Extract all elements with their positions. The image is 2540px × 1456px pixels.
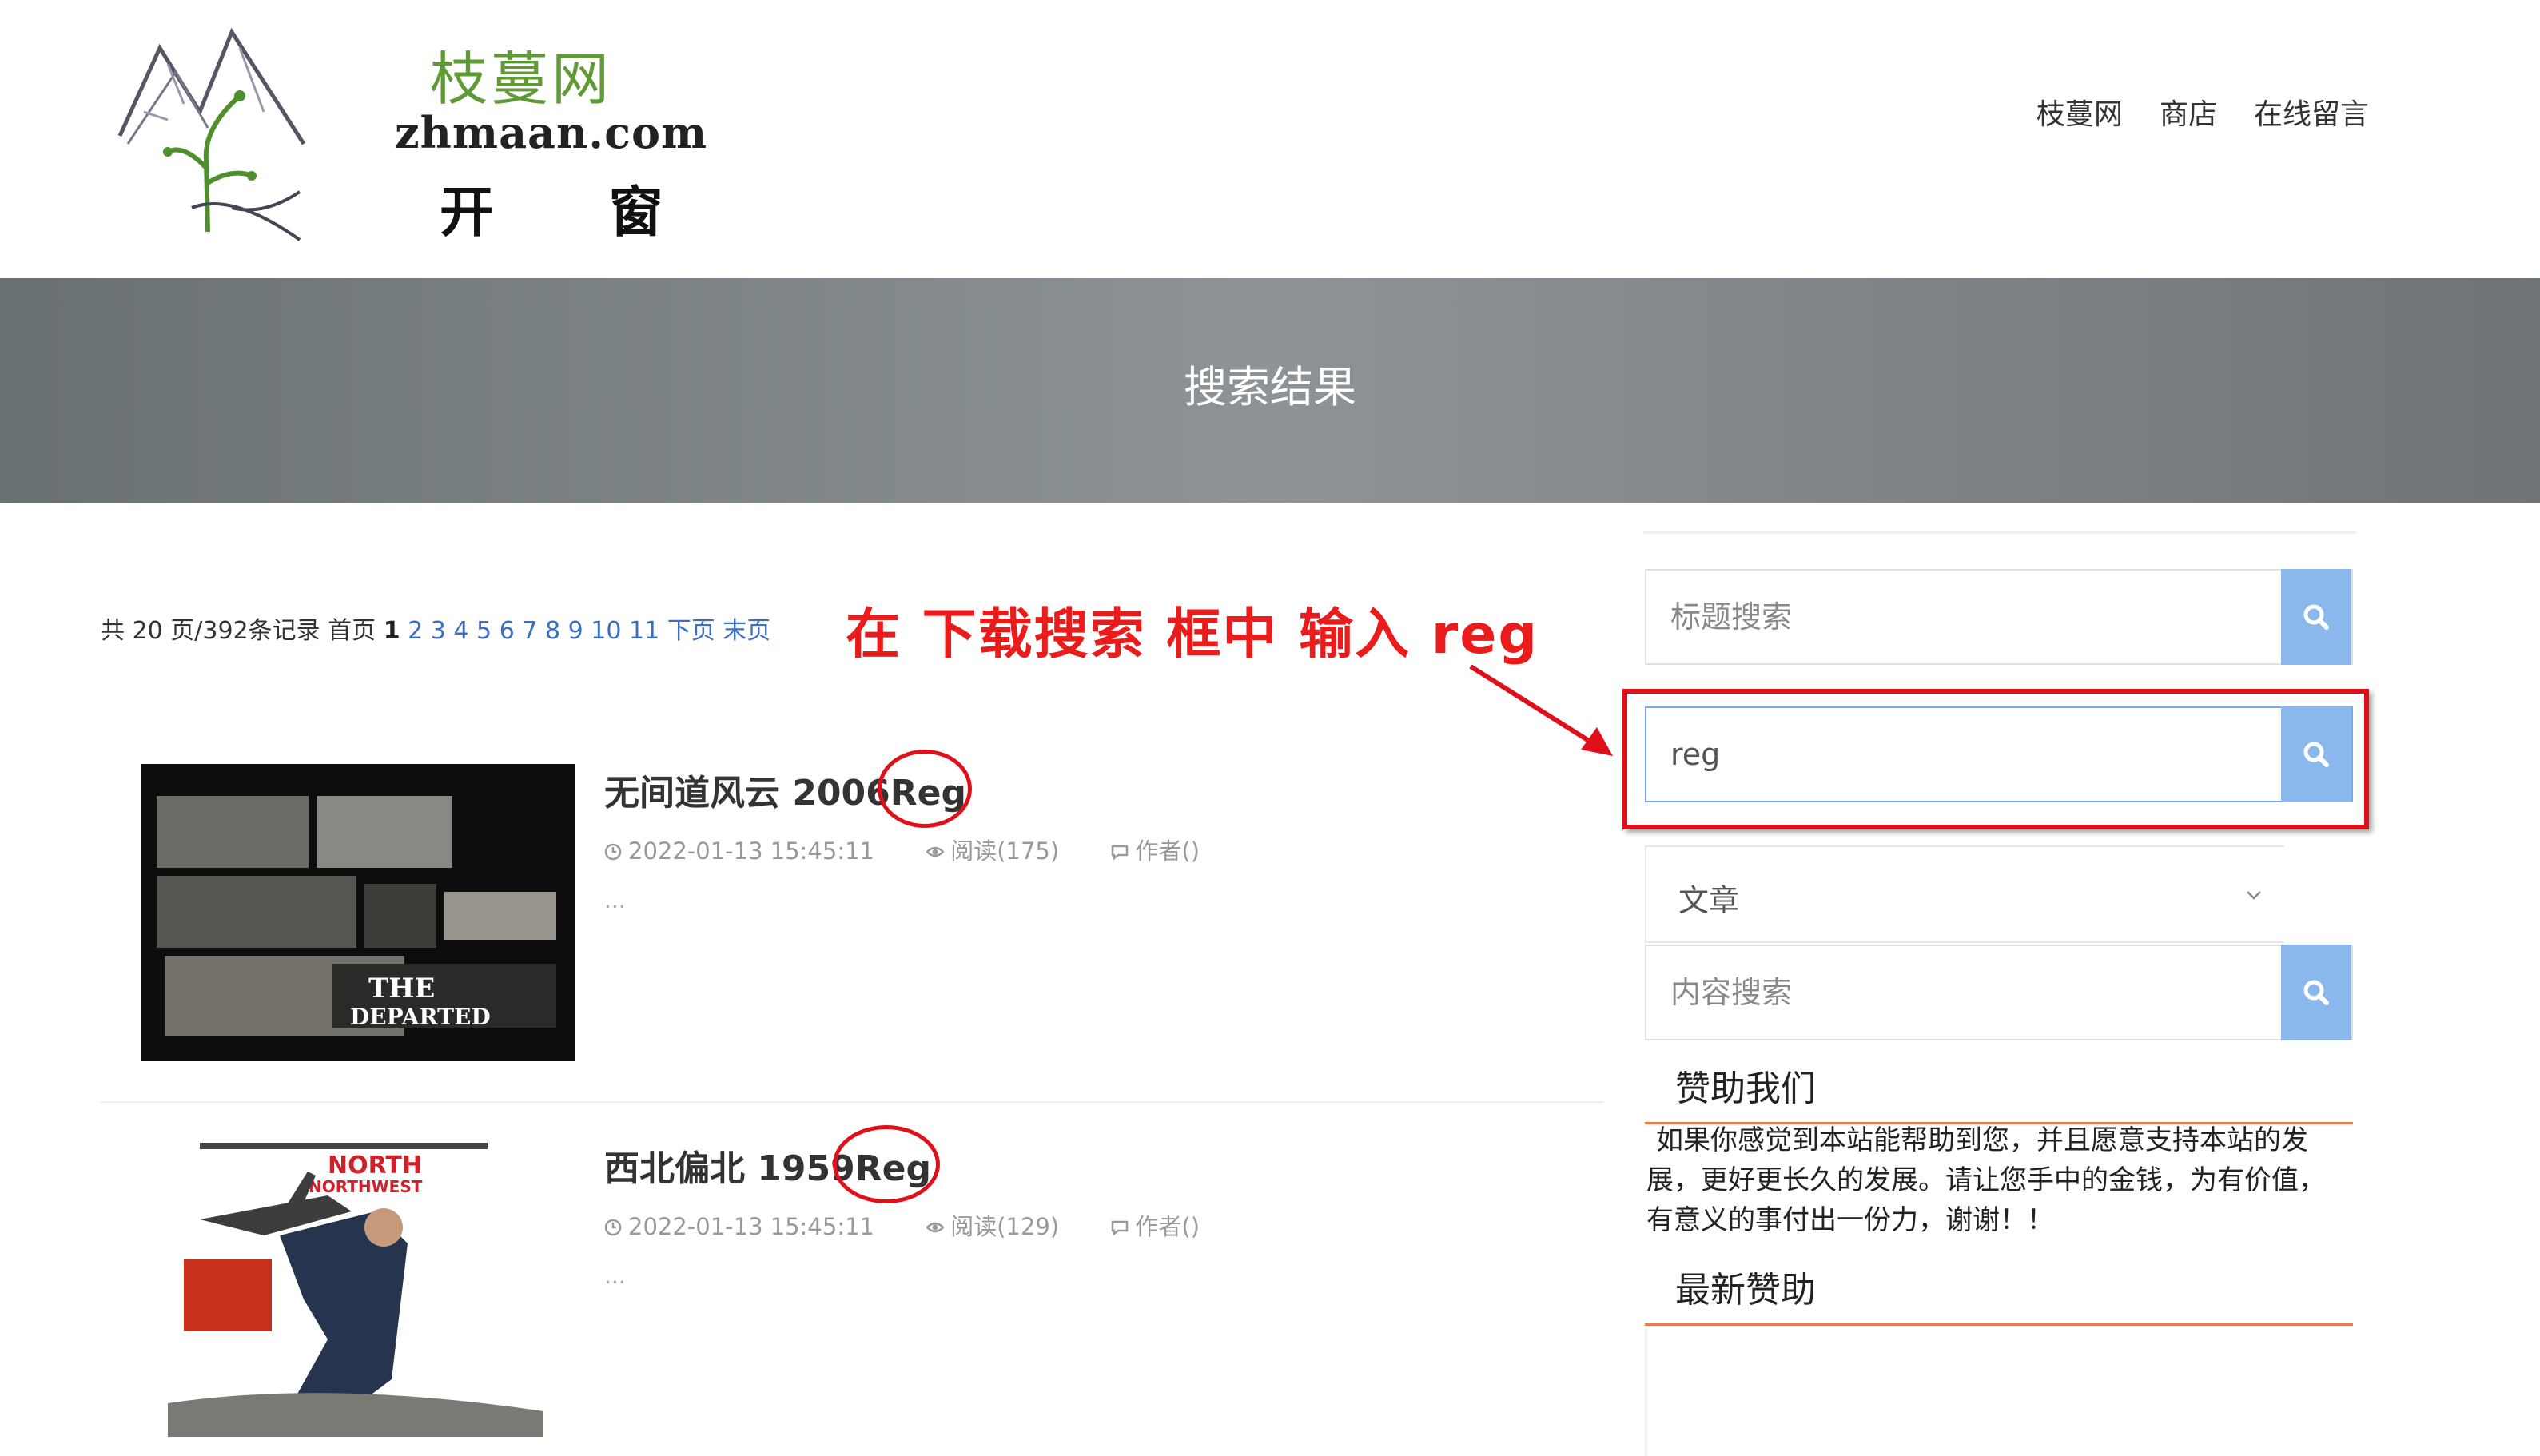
- annotation-circle: [878, 750, 972, 828]
- page-banner: 搜索结果: [0, 278, 2540, 503]
- result-date: 2022-01-13 15:45:11: [628, 1213, 874, 1240]
- pagination-page-link[interactable]: 6: [500, 617, 515, 645]
- nav-home-link[interactable]: 枝蔓网: [2036, 91, 2123, 133]
- sponsor-description: 如果你感觉到本站能帮助到您，并且愿意支持本站的发展，更好更长久的发展。请让您手中…: [1646, 1124, 2326, 1236]
- clock-icon: [604, 1219, 622, 1236]
- divider: [101, 1101, 1603, 1103]
- annotation-circle: [833, 1125, 940, 1203]
- pagination-page-link[interactable]: 3: [431, 617, 446, 645]
- result-title-text: 西北偏北 1959: [604, 1148, 855, 1189]
- content-type-selected: 文章: [1678, 883, 1740, 918]
- result-meta: 2022-01-13 15:45:11 阅读(175) 作者(): [604, 833, 1244, 866]
- logo-subtitle: 开 窗: [440, 181, 711, 245]
- result-excerpt: ...: [604, 887, 626, 913]
- eye-icon: [926, 1222, 945, 1233]
- result-reads: 阅读(129): [950, 1213, 1060, 1240]
- pagination-page-link[interactable]: 8: [545, 617, 560, 645]
- pagination-next-link[interactable]: 下页: [667, 617, 715, 645]
- pagination-summary: 共 20 页/392条记录 首页: [101, 617, 376, 645]
- eye-icon: [926, 846, 945, 857]
- pagination-last-link[interactable]: 末页: [723, 617, 770, 645]
- latest-sponsor-title: 最新赞助: [1675, 1270, 1816, 1311]
- poster-image: THE DEPARTED: [141, 764, 575, 1061]
- pagination-page-link[interactable]: 4: [453, 617, 468, 645]
- list-item: THE DEPARTED 无间道风云 2006Reg 2022-01-13 15…: [101, 764, 1603, 1068]
- chevron-down-icon: [2247, 891, 2261, 900]
- result-author: 作者(): [1135, 1213, 1200, 1240]
- result-reads: 阅读(175): [950, 837, 1060, 865]
- pagination-page-link[interactable]: 11: [629, 617, 659, 645]
- poster-text: DEPARTED: [350, 1004, 491, 1030]
- title-search-form: [1645, 569, 2353, 665]
- content-search-form: [1645, 945, 2353, 1040]
- result-thumbnail[interactable]: THE DEPARTED: [141, 764, 575, 1061]
- result-meta: 2022-01-13 15:45:11 阅读(129) 作者(): [604, 1208, 1244, 1242]
- pagination-page-link[interactable]: 9: [568, 617, 583, 645]
- result-author: 作者(): [1135, 837, 1200, 865]
- search-icon: [2303, 980, 2329, 1005]
- poster-text: NORTH: [328, 1152, 422, 1180]
- comment-icon: [1112, 1220, 1129, 1236]
- content-type-select[interactable]: 文章: [1645, 845, 2284, 943]
- annotation-highlight-box: [1622, 689, 2369, 829]
- logo-mountain-icon[interactable]: [112, 16, 312, 248]
- logo-domain[interactable]: zhmaan.com: [395, 107, 707, 158]
- sidebar-border: [1645, 1327, 1647, 1456]
- logo-chinese-name[interactable]: 枝蔓网: [430, 32, 612, 116]
- content-search-input[interactable]: [1646, 946, 2284, 1039]
- clock-icon: [604, 843, 622, 861]
- title-search-button[interactable]: [2281, 569, 2351, 665]
- result-excerpt: ...: [604, 1263, 626, 1289]
- page-title: 搜索结果: [1184, 362, 1356, 412]
- pagination: 共 20 页/392条记录 首页 1 2 3 4 5 6 7 8 9 10 11…: [101, 611, 770, 646]
- pagination-page-link[interactable]: 10: [591, 617, 621, 645]
- pagination-page-link[interactable]: 2: [408, 617, 423, 645]
- result-date: 2022-01-13 15:45:11: [628, 837, 874, 865]
- poster-text: THE: [368, 973, 435, 1004]
- annotation-arrow-icon: [1469, 664, 1613, 756]
- poster-image: NORTH NORTHWEST: [168, 1140, 543, 1437]
- annotation-text: 在 下载搜索 框中 输入 reg: [846, 603, 1539, 666]
- result-title-text: 无间道风云 2006: [604, 773, 890, 814]
- site-header: 枝蔓网 zhmaan.com 开 窗 枝蔓网 商店 在线留言: [0, 0, 2540, 278]
- pagination-current-page: 1: [383, 617, 400, 645]
- search-icon: [2303, 604, 2329, 630]
- pagination-page-link[interactable]: 7: [522, 617, 537, 645]
- sponsor-widget-title: 赞助我们: [1675, 1068, 1816, 1109]
- result-thumbnail[interactable]: NORTH NORTHWEST: [168, 1140, 543, 1437]
- nav-shop-link[interactable]: 商店: [2160, 91, 2217, 133]
- title-search-input[interactable]: [1646, 571, 2284, 663]
- sidebar-top-border: [1643, 531, 2356, 534]
- nav-message-link[interactable]: 在线留言: [2254, 91, 2369, 133]
- content-search-button[interactable]: [2281, 945, 2351, 1040]
- poster-text: NORTHWEST: [309, 1177, 423, 1196]
- pagination-page-link[interactable]: 5: [476, 617, 492, 645]
- comment-icon: [1112, 845, 1129, 861]
- widget-underline: [1645, 1323, 2353, 1326]
